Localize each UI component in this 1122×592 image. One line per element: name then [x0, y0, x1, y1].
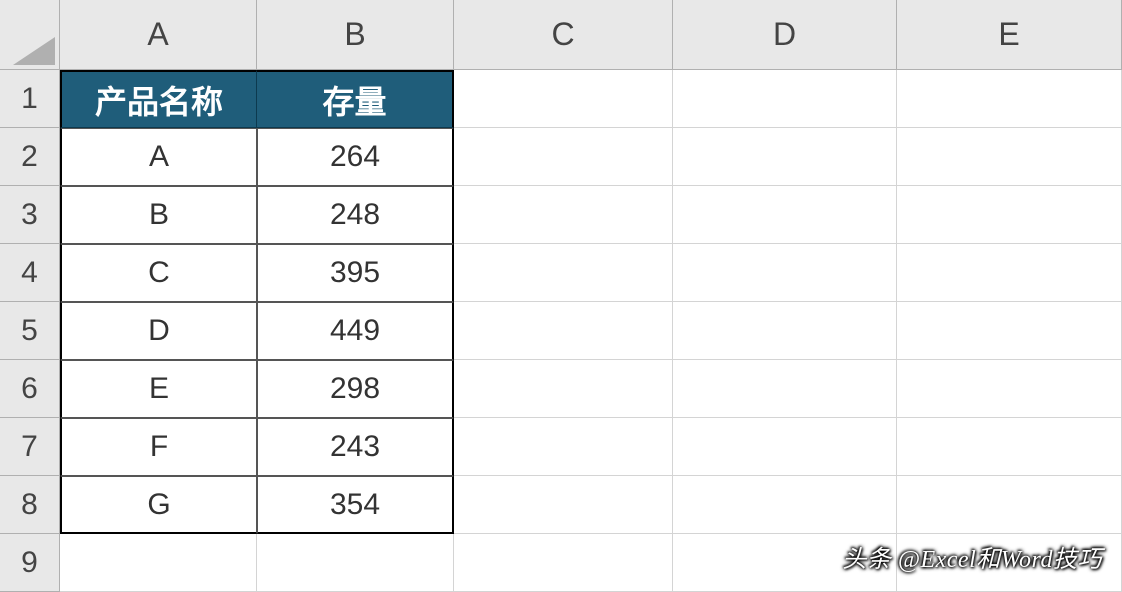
row-header-9[interactable]: 9 [0, 534, 60, 592]
cell-e7[interactable] [897, 418, 1122, 476]
row-header-7[interactable]: 7 [0, 418, 60, 476]
column-header-b[interactable]: B [257, 0, 454, 70]
cell-c9[interactable] [454, 534, 673, 592]
column-header-d[interactable]: D [673, 0, 897, 70]
cell-b4[interactable]: 395 [257, 244, 454, 302]
row-header-5[interactable]: 5 [0, 302, 60, 360]
cell-d6[interactable] [673, 360, 897, 418]
cell-c8[interactable] [454, 476, 673, 534]
cell-d5[interactable] [673, 302, 897, 360]
cell-a2[interactable]: A [60, 128, 257, 186]
cell-a6[interactable]: E [60, 360, 257, 418]
cell-d2[interactable] [673, 128, 897, 186]
watermark-text: 头条 @Excel和Word技巧 [842, 539, 1102, 574]
row-header-2[interactable]: 2 [0, 128, 60, 186]
cell-d4[interactable] [673, 244, 897, 302]
cell-c7[interactable] [454, 418, 673, 476]
cell-d1[interactable] [673, 70, 897, 128]
cell-c2[interactable] [454, 128, 673, 186]
cell-b3[interactable]: 248 [257, 186, 454, 244]
cell-e8[interactable] [897, 476, 1122, 534]
column-header-c[interactable]: C [454, 0, 673, 70]
cell-c3[interactable] [454, 186, 673, 244]
cell-e6[interactable] [897, 360, 1122, 418]
row-header-4[interactable]: 4 [0, 244, 60, 302]
cell-e2[interactable] [897, 128, 1122, 186]
cell-c4[interactable] [454, 244, 673, 302]
row-header-8[interactable]: 8 [0, 476, 60, 534]
table-header-name[interactable]: 产品名称 [60, 70, 257, 128]
select-all-corner[interactable] [0, 0, 60, 70]
cell-a9[interactable] [60, 534, 257, 592]
cell-c5[interactable] [454, 302, 673, 360]
cell-e5[interactable] [897, 302, 1122, 360]
column-header-e[interactable]: E [897, 0, 1122, 70]
cell-a4[interactable]: C [60, 244, 257, 302]
cell-e3[interactable] [897, 186, 1122, 244]
cell-d7[interactable] [673, 418, 897, 476]
cell-a7[interactable]: F [60, 418, 257, 476]
row-header-1[interactable]: 1 [0, 70, 60, 128]
cell-b9[interactable] [257, 534, 454, 592]
cell-c1[interactable] [454, 70, 673, 128]
cell-b8[interactable]: 354 [257, 476, 454, 534]
row-header-6[interactable]: 6 [0, 360, 60, 418]
cell-d8[interactable] [673, 476, 897, 534]
cell-a5[interactable]: D [60, 302, 257, 360]
cell-c6[interactable] [454, 360, 673, 418]
cell-b5[interactable]: 449 [257, 302, 454, 360]
cell-b2[interactable]: 264 [257, 128, 454, 186]
column-header-a[interactable]: A [60, 0, 257, 70]
cell-b6[interactable]: 298 [257, 360, 454, 418]
row-header-3[interactable]: 3 [0, 186, 60, 244]
cell-a8[interactable]: G [60, 476, 257, 534]
table-header-value[interactable]: 存量 [257, 70, 454, 128]
cell-e4[interactable] [897, 244, 1122, 302]
cell-a3[interactable]: B [60, 186, 257, 244]
cell-e1[interactable] [897, 70, 1122, 128]
cell-b7[interactable]: 243 [257, 418, 454, 476]
cell-d3[interactable] [673, 186, 897, 244]
spreadsheet-grid: A B C D E 1 产品名称 存量 2 A 264 3 B 248 4 C … [0, 0, 1122, 592]
